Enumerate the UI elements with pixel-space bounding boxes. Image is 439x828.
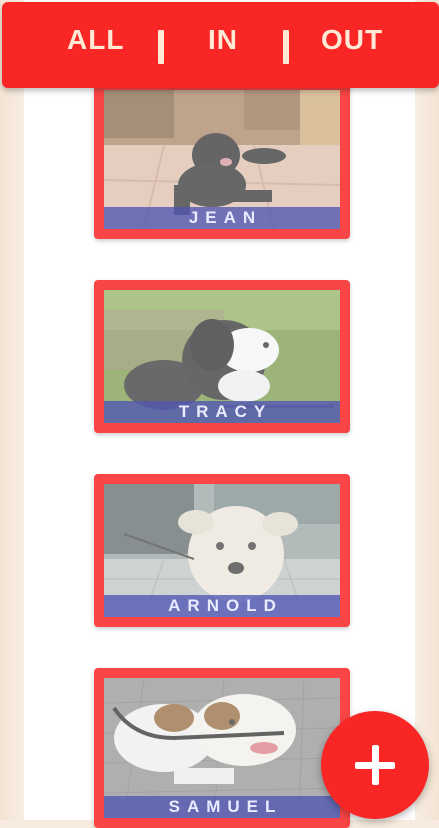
dog-name-label: SAMUEL [104,796,340,818]
dog-card-arnold[interactable]: ARNOLD [94,474,350,627]
left-gutter [0,0,24,820]
dog-card-jean[interactable]: JEAN [94,80,350,239]
dog-name-label: ARNOLD [104,595,340,617]
right-gutter [415,0,439,820]
filter-divider [283,30,289,64]
dog-photo: TRACY [104,290,340,423]
filter-all-tab[interactable]: ALL [67,24,124,56]
dog-photo: ARNOLD [104,484,340,617]
dog-name-label: JEAN [104,207,340,229]
filter-divider [158,30,164,64]
filter-out-tab[interactable]: OUT [321,24,383,56]
filter-bar: ALL IN OUT [2,2,439,88]
add-dog-button[interactable] [321,711,429,819]
dog-name-label: TRACY [104,401,340,423]
dog-photo: SAMUEL [104,678,340,818]
dog-card-samuel[interactable]: SAMUEL [94,668,350,828]
filter-in-tab[interactable]: IN [208,24,238,56]
dog-photo: JEAN [104,90,340,229]
dog-card-tracy[interactable]: TRACY [94,280,350,433]
